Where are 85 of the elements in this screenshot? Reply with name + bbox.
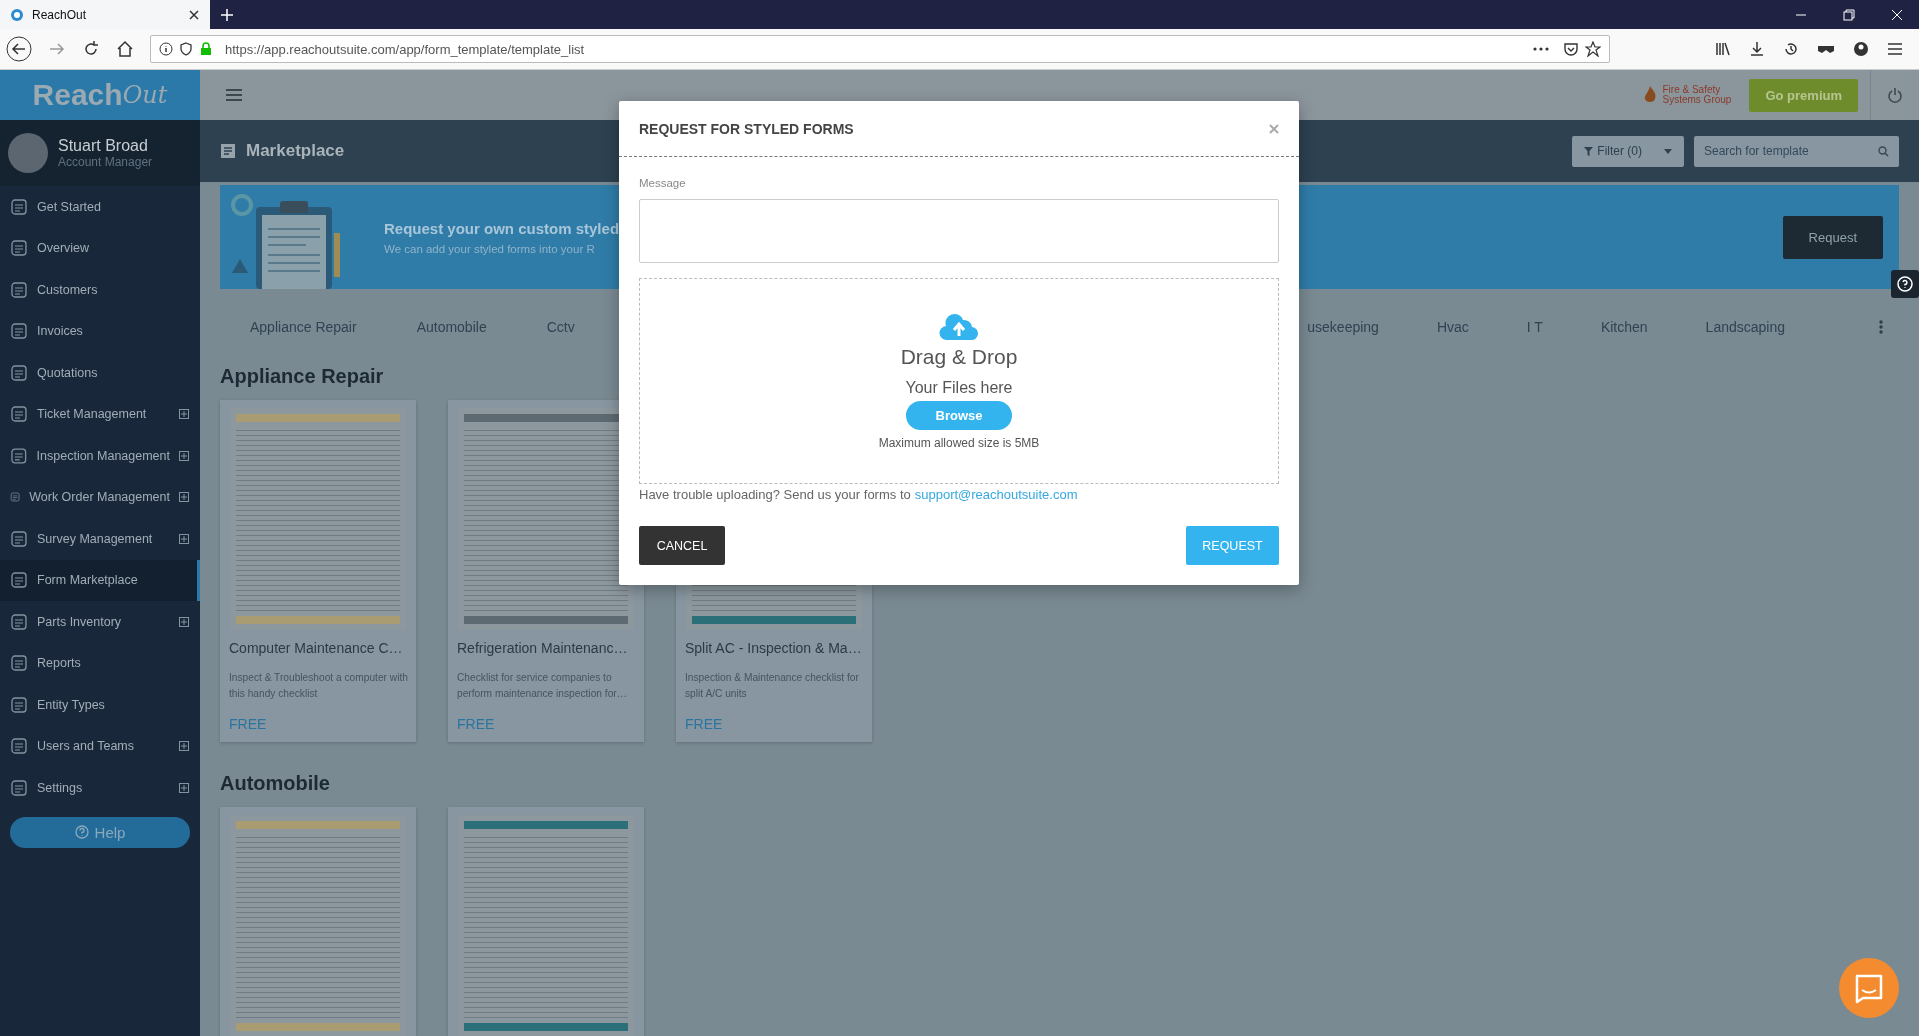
menu-icon[interactable] [226,89,242,101]
sidebar-item[interactable]: Customers [0,269,200,311]
restore-icon[interactable] [1843,8,1855,21]
home-icon[interactable] [116,40,134,58]
card-description: Inspection & Maintenance checklist for split A/C units [685,671,860,701]
banner-heading: Request your own custom styled [384,219,620,237]
caret-icon [1664,148,1672,154]
dialog-title: REQUEST FOR STYLED FORMS [639,120,854,137]
expand-icon[interactable] [179,616,189,627]
expand-icon[interactable] [179,492,189,503]
sidebar-item[interactable]: Overview [0,227,200,269]
card-title: Refrigeration Maintenanc… [457,640,629,656]
cloud-upload-icon [939,312,979,341]
search-icon [1878,145,1889,157]
sidebar-item[interactable]: Entity Types [0,684,200,726]
field-label: Message [639,177,687,189]
shield-icon [179,42,193,56]
lock-icon [199,42,213,56]
site-icon [10,7,24,22]
price-label: FREE [229,716,268,732]
cancel-button[interactable]: CANCEL [639,526,725,565]
mask-icon[interactable] [1817,43,1835,55]
expand-icon[interactable] [179,741,189,752]
card-description: Checklist for service companies to perform maintenance inspection for… [457,671,628,701]
expand-icon[interactable] [179,782,189,793]
download-icon[interactable] [1749,41,1765,57]
sidebar-item[interactable]: Settings [0,767,200,809]
expand-icon[interactable] [179,450,189,461]
sidebar-item[interactable]: Work Order Management [0,476,200,518]
price-label: FREE [457,716,496,732]
price-label: FREE [685,716,724,732]
search-field[interactable]: Search for template [1694,135,1899,167]
library-icon[interactable] [1715,41,1731,57]
expand-icon[interactable] [179,409,189,420]
document-icon [220,143,236,159]
sidebar-item[interactable]: Parts Inventory [0,601,200,643]
browser-tab[interactable]: ReachOut [0,0,210,29]
help-icon [74,825,89,839]
expand-icon[interactable] [179,533,189,544]
sidebar-item[interactable]: Quotations [0,352,200,394]
drop-subheading: Your Files here [905,378,1013,397]
account-icon[interactable] [1853,41,1869,57]
tab-title: ReachOut [32,7,88,22]
card-title: Split AC - Inspection & Ma… [685,640,863,656]
power-icon[interactable] [1887,87,1903,103]
drop-heading: Drag & Drop [900,344,1018,369]
app-logo: ReachOut [0,70,200,120]
sidebar-item[interactable]: Form Marketplace [0,559,200,601]
page-title: Marketplace [246,141,345,161]
more-icon[interactable] [1533,46,1549,52]
user-name: Stuart Broad [58,137,149,155]
section-heading: Appliance Repair [220,365,384,388]
section-heading: Automobile [220,772,330,795]
request-button[interactable]: Request [1782,215,1883,259]
sidebar-item[interactable]: Ticket Management [0,393,200,435]
reload-icon[interactable] [82,40,100,58]
filter-button[interactable]: Filter (0) [1572,135,1684,167]
pocket-icon[interactable] [1563,41,1579,57]
message-field[interactable] [639,199,1279,263]
user-role: Account Manager [58,155,153,169]
sidebar-item[interactable]: Reports [0,642,200,684]
sidebar-item[interactable]: Inspection Management [0,435,200,477]
banner-text: We can add your styled forms into your R [384,242,596,255]
help-icon[interactable] [1891,270,1919,298]
filter-icon [1584,146,1594,156]
drop-zone[interactable]: Drag & Drop Your Files here Browse Maximum allowed size is 5MB [639,278,1279,484]
url-text: https://app.reachoutsuite.com/app/form_template/template_list [225,41,585,57]
template-card[interactable]: Computer Maintenance C… Inspect & Troubleshoot a computer with this handy checklist FREE [220,400,416,742]
info-icon [159,42,173,56]
company-logo: Fire & Safety Systems Group [1638,84,1732,106]
card-description: Inspect & Troubleshoot a computer with this handy checklist [229,671,408,701]
sidebar-item[interactable]: Survey Management [0,518,200,560]
back-icon[interactable] [6,36,32,62]
close-icon[interactable] [188,8,200,21]
history-icon[interactable] [1783,41,1799,57]
sidebar-item[interactable]: Users and Teams [0,725,200,767]
menu-icon[interactable] [1887,42,1903,56]
card-title: Computer Maintenance C… [229,640,404,656]
size-limit-text: Maximum allowed size is 5MB [878,435,1040,450]
new-tab-icon[interactable] [220,7,234,22]
avatar [8,133,48,173]
address-bar[interactable]: https://app.reachoutsuite.com/app/form_template/template_list [150,35,1610,63]
sidebar-item[interactable]: Invoices [0,310,200,352]
star-icon[interactable] [1585,41,1601,57]
sidebar-item[interactable]: Get Started [0,186,200,228]
